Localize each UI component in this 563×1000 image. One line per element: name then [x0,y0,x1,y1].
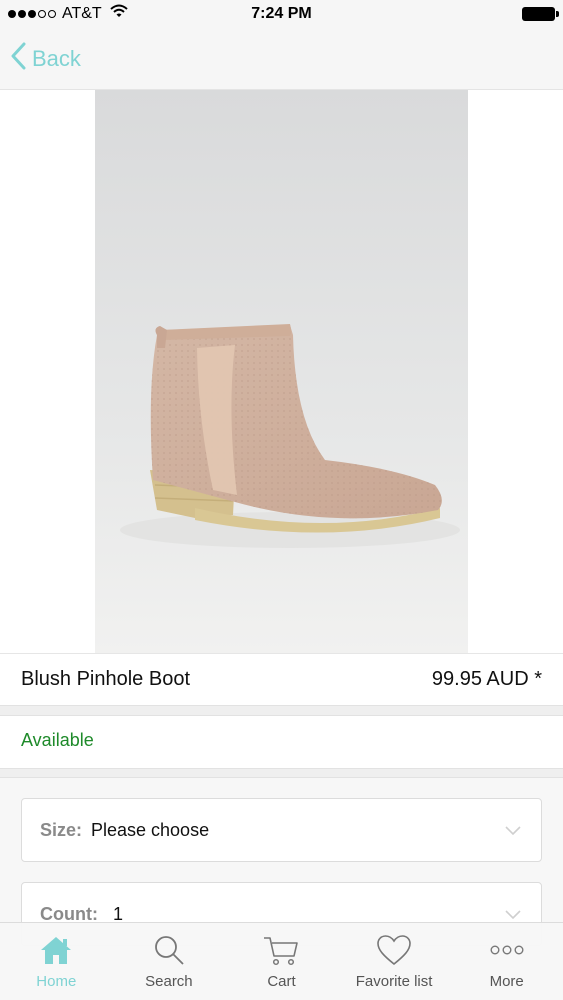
search-icon [113,933,226,967]
size-label: Size: [40,820,83,840]
back-button[interactable]: Back [10,42,81,76]
section-divider [0,768,563,778]
section-divider [0,705,563,716]
tab-more[interactable]: More [450,923,563,1000]
size-select[interactable]: Size: Please choose [21,798,542,862]
tab-bar: Home Search Cart Favorite list More [0,922,563,1000]
size-value: Please choose [91,820,210,840]
status-bar: AT&T 7:24 PM [0,0,563,28]
tab-label: Favorite list [355,973,433,990]
product-title-row: Blush Pinhole Boot 99.95 AUD * [0,653,563,705]
tab-label: Home [36,973,77,990]
chevron-left-icon [10,42,26,76]
battery-icon [522,7,559,21]
navigation-bar: Back [0,28,563,90]
tab-home[interactable]: Home [0,923,113,1000]
product-price: 99.95 AUD * [431,668,542,690]
status-time: 7:24 PM [251,5,312,22]
tab-cart[interactable]: Cart [225,923,338,1000]
ankle-boot-image [95,90,468,653]
product-image[interactable] [95,90,468,653]
tab-label: More [489,973,524,990]
options-area: Size: Please choose Count: 1 [0,778,563,946]
tab-search[interactable]: Search [113,923,226,1000]
chevron-down-icon [505,823,521,841]
tab-label: Cart [267,973,296,990]
tab-favorite-list[interactable]: Favorite list [338,923,451,1000]
home-icon [0,933,113,967]
more-icon [450,933,563,967]
availability-row: Available [0,716,563,768]
back-label: Back [32,46,81,71]
product-name: Blush Pinhole Boot [21,668,191,690]
tab-label: Search [145,973,193,990]
heart-icon [338,933,451,967]
cart-icon [225,933,338,967]
availability-status: Available [21,730,94,750]
